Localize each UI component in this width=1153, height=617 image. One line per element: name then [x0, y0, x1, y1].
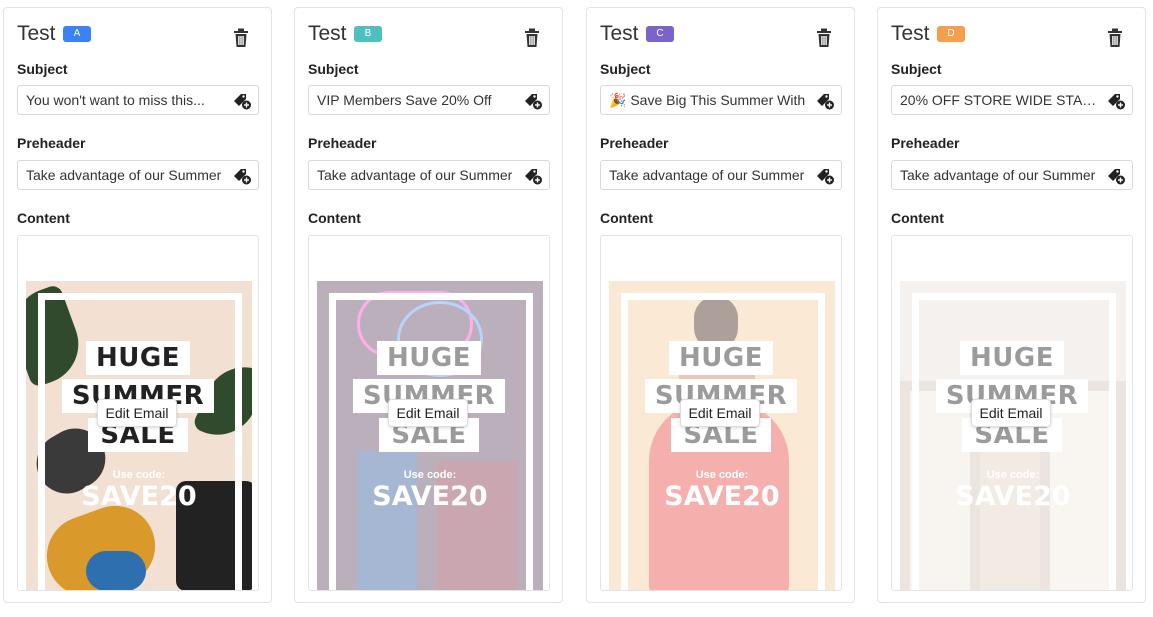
preheader-label: Preheader [17, 135, 86, 151]
test-card: Test C Subject 🎉 Save Big This Summer With P… [586, 7, 855, 603]
trash-icon[interactable] [816, 28, 832, 48]
preheader-label: Preheader [600, 135, 669, 151]
test-title: Test [600, 22, 639, 45]
subject-label: Subject [17, 61, 68, 77]
personalize-icon[interactable] [523, 91, 543, 110]
preheader-value: Take advantage of our Summer [26, 167, 222, 183]
headline-line: HUGE [86, 341, 190, 375]
test-title: Test [17, 22, 56, 45]
code-label: Use code: [112, 469, 166, 481]
banner-image: HUGESUMMERSALEUse code:SAVE20 [900, 281, 1126, 590]
test-title: Test [891, 22, 930, 45]
preheader-value: Take advantage of our Summer [317, 167, 513, 183]
subject-value: You won't want to miss this... [26, 92, 205, 108]
subject-label: Subject [308, 61, 359, 77]
content-label: Content [308, 210, 361, 226]
trash-icon[interactable] [233, 28, 249, 48]
email-preview[interactable]: HUGESUMMERSALEUse code:SAVE20Edit Email [600, 235, 842, 591]
content-label: Content [891, 210, 944, 226]
personalize-icon[interactable] [232, 166, 252, 185]
variant-badge: A [63, 26, 91, 42]
edit-email-button[interactable]: Edit Email [680, 399, 760, 427]
trash-icon[interactable] [1107, 28, 1123, 48]
email-preview[interactable]: HUGESUMMERSALEUse code:SAVE20Edit Email [308, 235, 550, 591]
subject-value: 20% OFF STORE WIDE STARTS [900, 92, 1098, 108]
subject-field[interactable]: 🎉 Save Big This Summer With [600, 85, 842, 115]
test-card: Test A Subject You won't want to miss this.… [3, 7, 272, 603]
edit-email-button[interactable]: Edit Email [971, 399, 1051, 427]
variant-badge: D [937, 26, 965, 42]
preheader-field[interactable]: Take advantage of our Summer [308, 160, 550, 190]
preheader-label: Preheader [891, 135, 960, 151]
subject-label: Subject [600, 61, 651, 77]
test-card: Test D Subject 20% OFF STORE WIDE STARTS Pre… [877, 7, 1146, 603]
subject-value: VIP Members Save 20% Off [317, 92, 492, 108]
email-preview[interactable]: HUGESUMMERSALEUse code:SAVE20Edit Email [17, 235, 259, 591]
subject-value: 🎉 Save Big This Summer With [609, 92, 806, 108]
preheader-label: Preheader [308, 135, 377, 151]
email-preview[interactable]: HUGESUMMERSALEUse code:SAVE20Edit Email [891, 235, 1133, 591]
personalize-icon[interactable] [815, 91, 835, 110]
variant-badge: B [354, 26, 382, 42]
trash-icon[interactable] [524, 28, 540, 48]
preview-overlay [900, 281, 1126, 590]
test-title: Test [308, 22, 347, 45]
subject-label: Subject [891, 61, 942, 77]
subject-field[interactable]: VIP Members Save 20% Off [308, 85, 550, 115]
edit-email-button[interactable]: Edit Email [97, 399, 177, 427]
test-card: Test B Subject VIP Members Save 20% Off Preh… [294, 7, 563, 603]
personalize-icon[interactable] [1106, 91, 1126, 110]
preheader-field[interactable]: Take advantage of our Summer [600, 160, 842, 190]
content-label: Content [600, 210, 653, 226]
banner-image: HUGESUMMERSALEUse code:SAVE20 [26, 281, 252, 590]
edit-email-button[interactable]: Edit Email [388, 399, 468, 427]
content-label: Content [17, 210, 70, 226]
preview-overlay [609, 281, 835, 590]
preheader-value: Take advantage of our Summer [900, 167, 1096, 183]
preheader-field[interactable]: Take advantage of our Summer [891, 160, 1133, 190]
personalize-icon[interactable] [232, 91, 252, 110]
subject-field[interactable]: You won't want to miss this... [17, 85, 259, 115]
preview-overlay [317, 281, 543, 590]
preheader-value: Take advantage of our Summer [609, 167, 805, 183]
personalize-icon[interactable] [523, 166, 543, 185]
banner-image: HUGESUMMERSALEUse code:SAVE20 [609, 281, 835, 590]
promo-code: SAVE20 [81, 481, 197, 512]
personalize-icon[interactable] [815, 166, 835, 185]
banner-image: HUGESUMMERSALEUse code:SAVE20 [317, 281, 543, 590]
subject-field[interactable]: 20% OFF STORE WIDE STARTS [891, 85, 1133, 115]
variant-badge: C [646, 26, 674, 42]
personalize-icon[interactable] [1106, 166, 1126, 185]
preheader-field[interactable]: Take advantage of our Summer [17, 160, 259, 190]
